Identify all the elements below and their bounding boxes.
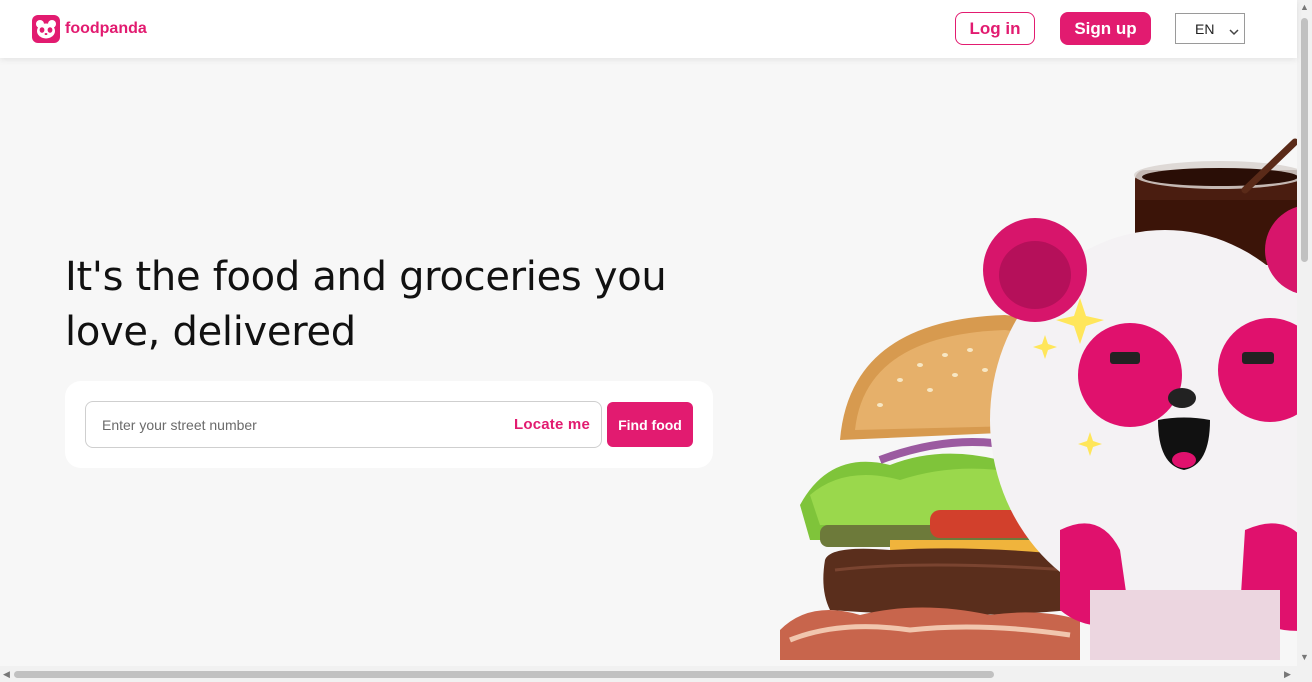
site-header: foodpanda Log in Sign up EN <box>0 0 1297 58</box>
language-value: EN <box>1195 21 1215 37</box>
address-field: Locate me <box>85 401 602 448</box>
address-search-card: Locate me Find food <box>65 381 713 468</box>
horizontal-scroll-thumb[interactable] <box>14 671 994 678</box>
scroll-arrow-left-icon[interactable]: ◀ <box>3 669 10 680</box>
locate-me-button[interactable]: Locate me <box>514 416 590 433</box>
scroll-arrow-up-icon[interactable]: ▲ <box>1300 2 1309 12</box>
street-number-input[interactable] <box>100 414 490 436</box>
panda-logo-icon <box>32 15 60 43</box>
scroll-arrow-right-icon[interactable]: ▶ <box>1284 669 1291 680</box>
chevron-down-icon <box>1229 23 1239 39</box>
signup-button[interactable]: Sign up <box>1060 12 1151 45</box>
vertical-scrollbar[interactable]: ▲ ▼ <box>1297 0 1312 666</box>
login-button[interactable]: Log in <box>955 12 1035 45</box>
hero-illustration <box>780 138 1297 660</box>
scrollbar-corner <box>1297 666 1312 682</box>
brand-name: foodpanda <box>65 20 147 37</box>
vertical-scroll-thumb[interactable] <box>1301 18 1308 262</box>
brand-logo[interactable]: foodpanda <box>32 15 147 43</box>
hero-headline: It's the food and groceries you love, de… <box>65 254 667 355</box>
horizontal-scrollbar[interactable]: ◀ ▶ <box>0 666 1297 682</box>
language-select[interactable]: EN <box>1175 13 1245 44</box>
scroll-arrow-down-icon[interactable]: ▼ <box>1300 652 1309 662</box>
find-food-button[interactable]: Find food <box>607 402 693 447</box>
